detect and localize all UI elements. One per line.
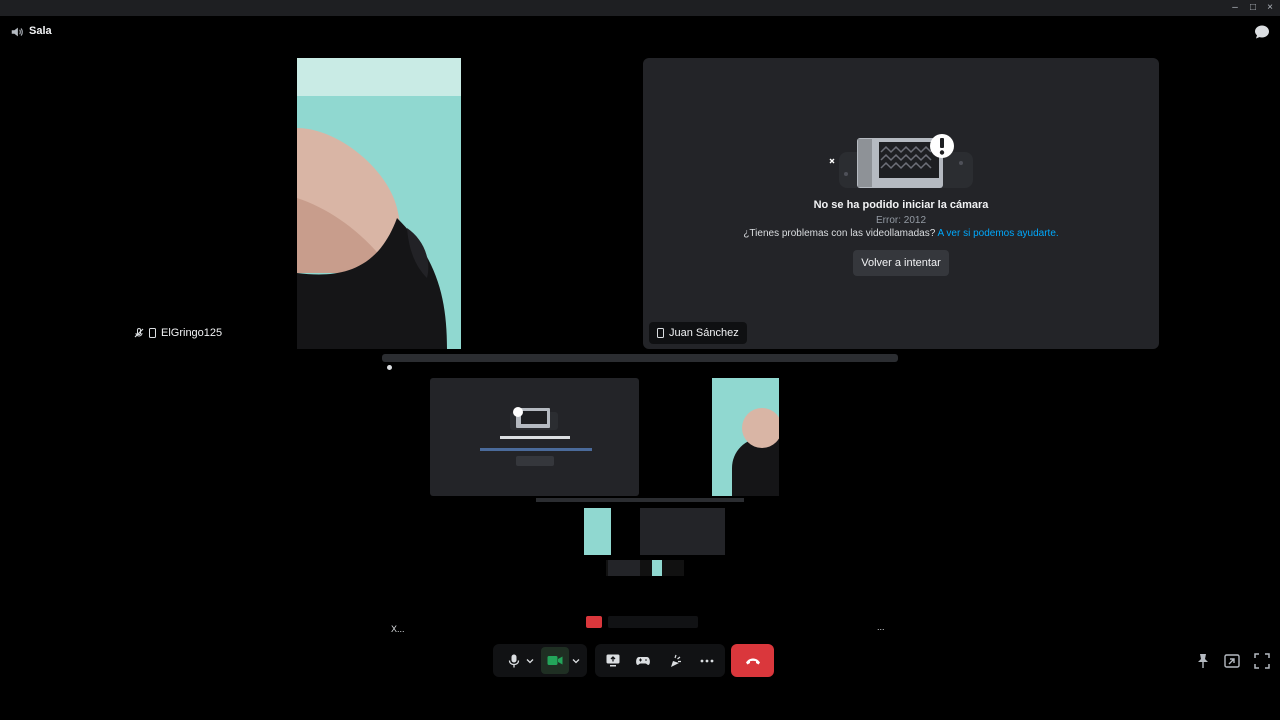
fullscreen-icon[interactable] [1253,652,1271,670]
chevron-down-icon [572,658,580,663]
game-controller-icon [636,656,650,665]
camera-error-title: No se ha podido iniciar la cámara [813,199,989,211]
camera-help-text: ¿Tienes problemas con las videollamadas?… [643,228,1159,239]
screen-share-icon [606,654,620,667]
channel-title: Sala [29,25,52,37]
camera-icon [547,656,563,665]
preview-camera-illustration [510,407,558,430]
preview-hangup [586,616,602,628]
participant-nametag-right: Juan Sánchez [649,322,747,344]
window-titlebar: – □ × [0,0,1280,16]
broken-camera-illustration [829,134,973,188]
help-question: ¿Tienes problemas con las videollamadas? [743,228,936,239]
chat-bubble-icon[interactable] [1254,24,1270,40]
preview-speaker-icon [387,365,392,370]
participant-name: ElGringo125 [161,327,223,339]
participant-nametag-left: ElGringo125 [126,322,230,344]
camera-button[interactable] [541,647,569,674]
call-header: Sala [0,16,1280,48]
preview-controls-mic [664,616,698,628]
more-button[interactable] [691,644,723,677]
screen-share-button[interactable] [597,644,629,677]
mobile-icon [149,328,156,338]
pin-icon[interactable] [1194,652,1212,670]
preview-nested-camera [584,508,611,555]
minimize-button[interactable]: – [1228,2,1242,14]
mic-muted-icon [134,328,144,338]
preview-titlebar [382,354,898,362]
camera-error-code: Error: 2012 [875,215,927,226]
preview-nested-error [640,508,725,555]
chevron-down-icon [526,658,534,663]
activities-button[interactable] [627,644,659,677]
mobile-icon [657,328,664,338]
audio-video-controls [493,644,587,677]
soundboard-button[interactable] [659,644,691,677]
more-icon [700,659,714,662]
preview-button [516,456,554,466]
nested-x-label: X... [391,624,405,634]
participant-name: Juan Sánchez [669,327,739,339]
preview-camera-tile [712,378,779,496]
retry-button[interactable]: Volver a intentar [853,250,949,276]
close-button[interactable]: × [1263,2,1277,14]
microphone-icon [508,654,520,667]
activity-controls [595,644,725,677]
maximize-button[interactable]: □ [1246,2,1260,14]
preview-nested-deeper [606,560,684,576]
speaker-icon [11,27,23,37]
participant-video-juan-sanchez[interactable]: No se ha podido iniciar la cámara Error:… [643,58,1159,349]
nested-more-dots: ... [877,622,885,632]
soundboard-icon [671,654,681,667]
hang-up-button[interactable] [731,644,774,677]
popout-icon[interactable] [1223,652,1241,670]
mic-options-button[interactable] [523,644,537,677]
preview-nested-bar [536,498,744,502]
hang-up-icon [745,658,760,664]
help-link[interactable]: A ver si podemos ayudarte. [938,228,1059,239]
preview-error-tile [430,378,639,496]
camera-feed-image [297,58,461,349]
camera-options-button[interactable] [569,644,583,677]
participant-video-elgringo125[interactable] [297,58,461,349]
preview-text-line [480,448,592,451]
screen-share-preview[interactable] [382,354,898,628]
preview-text-line [500,436,570,439]
